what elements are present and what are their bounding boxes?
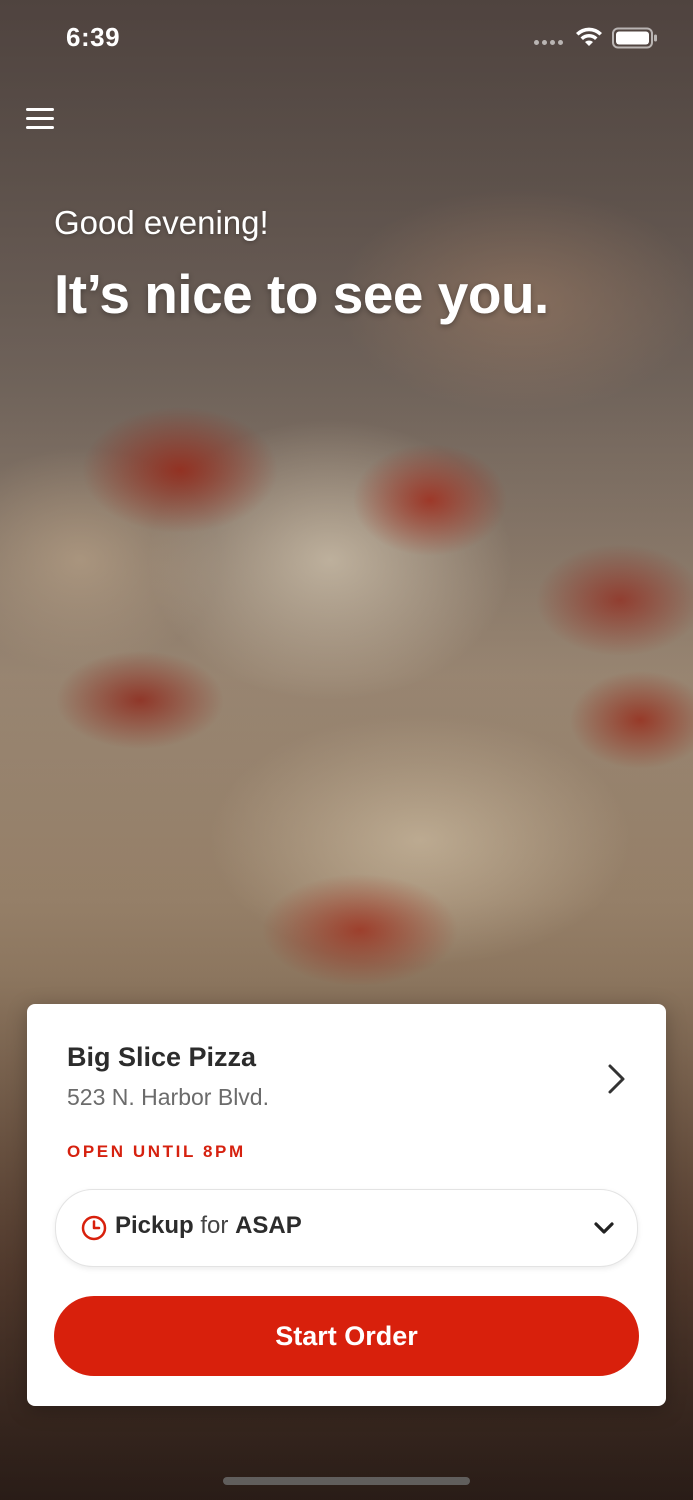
order-mode-label: Pickup for ASAP [115, 1212, 302, 1240]
order-mode-time: ASAP [235, 1212, 302, 1239]
order-mode-type: Pickup [115, 1212, 194, 1239]
store-hours-status: OPEN UNTIL 8PM [67, 1142, 246, 1161]
home-indicator[interactable] [223, 1477, 470, 1485]
cellular-signal-icon [534, 40, 563, 45]
store-card: Big Slice Pizza 523 N. Harbor Blvd. OPEN… [27, 1004, 666, 1406]
status-time: 6:39 [66, 22, 121, 52]
chevron-right-icon[interactable] [601, 1062, 631, 1096]
app-screen: 6:39 Good evening! It’s nice to see you.… [0, 0, 693, 1500]
start-order-button[interactable]: Start Order [54, 1296, 639, 1376]
battery-icon [612, 27, 657, 49]
store-address[interactable]: 523 N. Harbor Blvd. [67, 1084, 269, 1111]
greeting-text: Good evening! [54, 204, 269, 241]
wifi-icon [576, 27, 602, 46]
order-mode-connector: for [200, 1212, 229, 1239]
order-mode-dropdown[interactable]: Pickup for ASAP [55, 1189, 638, 1267]
store-name[interactable]: Big Slice Pizza [67, 1042, 256, 1073]
clock-icon [81, 1215, 107, 1241]
welcome-headline: It’s nice to see you. [54, 263, 549, 325]
status-bar: 6:39 [0, 0, 693, 80]
chevron-down-icon [594, 1222, 614, 1234]
hamburger-menu-icon[interactable] [22, 102, 58, 136]
